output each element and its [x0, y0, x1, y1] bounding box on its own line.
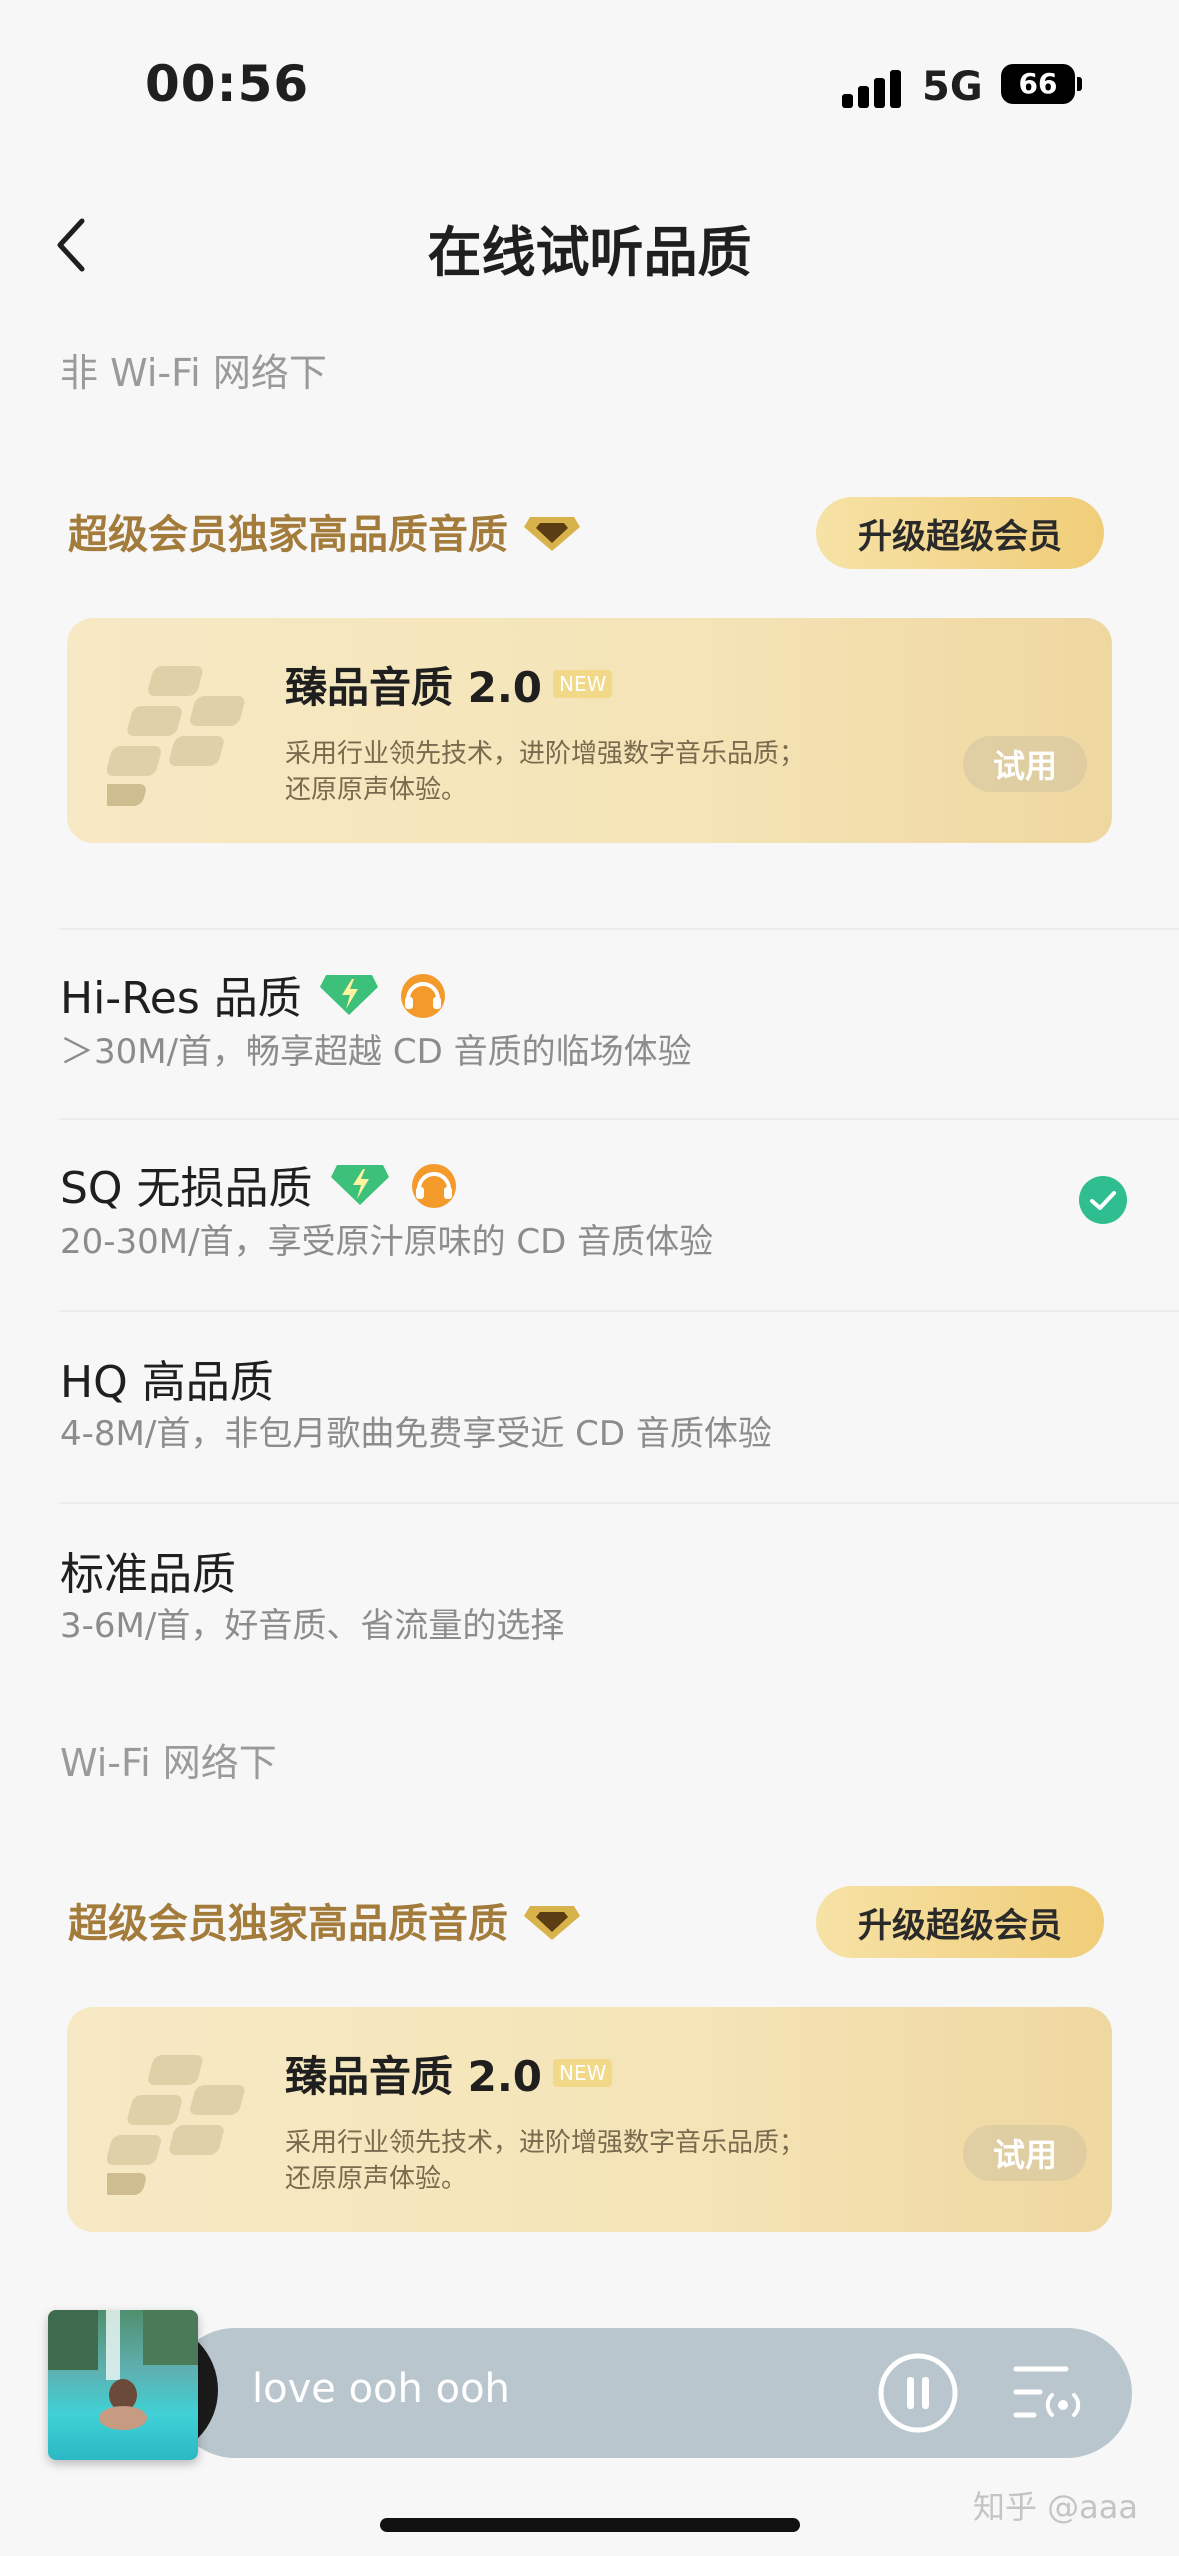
option-description: 4-8M/首，非包月歌曲免费享受近 CD 音质体验 — [60, 1414, 772, 1454]
status-time: 00:56 — [145, 55, 310, 113]
selected-check-icon — [1079, 1176, 1127, 1224]
green-gem-icon — [319, 975, 378, 1015]
option-title: HQ 高品质 — [60, 1357, 274, 1408]
home-indicator[interactable] — [380, 2518, 800, 2532]
card-description: 采用行业领先技术，进阶增强数字音乐品质； 还原原声体验。 — [285, 739, 806, 805]
option-description: ＞30M/首，畅享超越 CD 音质的临场体验 — [60, 1032, 692, 1072]
divider — [60, 928, 1179, 930]
quality-option-hi-res[interactable]: Hi-Res 品质 — [60, 962, 450, 1026]
try-button[interactable]: 试用 — [963, 736, 1087, 792]
orange-headphone-icon — [400, 974, 445, 1018]
premium-quality-card[interactable]: 臻品音质 2.0 NEW 采用行业领先技术，进阶增强数字音乐品质； 还原原声体验… — [67, 2007, 1112, 2232]
option-title: 标准品质 — [60, 1549, 236, 1600]
quality-option-sq[interactable]: SQ 无损品质 — [60, 1152, 461, 1216]
promo-title-text: 超级会员独家高品质音质 — [68, 512, 508, 558]
promo-title-text: 超级会员独家高品质音质 — [68, 1901, 508, 1947]
divider — [60, 1502, 1179, 1504]
super-vip-diamond-icon — [524, 1906, 580, 1940]
card-description: 采用行业领先技术，进阶增强数字音乐品质； 还原原声体验。 — [285, 2128, 806, 2194]
upgrade-super-vip-button[interactable]: 升级超级会员 — [816, 1886, 1104, 1958]
option-title: SQ 无损品质 — [60, 1163, 313, 1214]
promo-title: 超级会员独家高品质音质 — [68, 502, 582, 560]
new-badge: NEW — [553, 670, 613, 698]
pause-icon[interactable] — [876, 2351, 960, 2435]
super-vip-diamond-icon — [524, 517, 580, 551]
watermark: 知乎 @aaa — [973, 2488, 1139, 2526]
battery-level: 66 — [1001, 64, 1075, 104]
premium-quality-logo-icon — [107, 666, 245, 806]
section-label-non-wifi: 非 Wi-Fi 网络下 — [60, 351, 327, 395]
page-title: 在线试听品质 — [427, 221, 752, 284]
new-badge: NEW — [553, 2059, 613, 2087]
premium-quality-logo-icon — [107, 2055, 245, 2195]
upgrade-super-vip-button[interactable]: 升级超级会员 — [816, 497, 1104, 569]
card-name: 臻品音质 2.0 — [285, 2052, 543, 2101]
card-name: 臻品音质 2.0 — [285, 663, 543, 712]
playlist-icon[interactable] — [1010, 2355, 1085, 2430]
promo-title: 超级会员独家高品质音质 — [68, 1891, 582, 1949]
battery-icon: 66 — [1001, 64, 1082, 104]
quality-option-hq[interactable]: HQ 高品质 — [60, 1346, 274, 1410]
section-label-wifi: Wi-Fi 网络下 — [60, 1741, 277, 1785]
option-title: Hi-Res 品质 — [60, 973, 302, 1024]
divider — [60, 1118, 1179, 1120]
album-cover[interactable] — [48, 2310, 198, 2460]
option-description: 20-30M/首，享受原汁原味的 CD 音质体验 — [60, 1222, 714, 1262]
try-button[interactable]: 试用 — [963, 2125, 1087, 2181]
premium-quality-card[interactable]: 臻品音质 2.0 NEW 采用行业领先技术，进阶增强数字音乐品质； 还原原声体验… — [67, 618, 1112, 843]
option-description: 3-6M/首，好音质、省流量的选择 — [60, 1606, 565, 1646]
divider — [60, 1310, 1179, 1312]
orange-headphone-icon — [411, 1164, 456, 1208]
song-title: love ooh ooh — [252, 2366, 510, 2412]
quality-option-standard[interactable]: 标准品质 — [60, 1538, 236, 1602]
green-gem-icon — [330, 1165, 389, 1205]
network-type: 5G — [922, 64, 983, 110]
cellular-signal-icon — [842, 68, 902, 108]
